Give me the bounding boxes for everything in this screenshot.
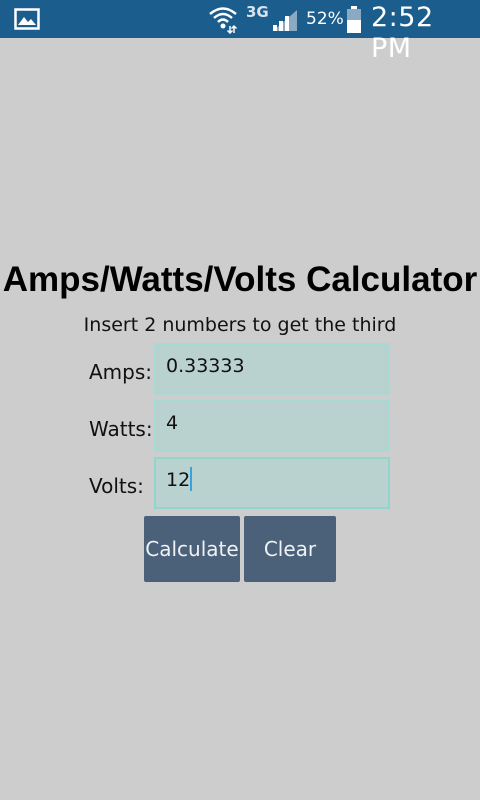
photo-icon <box>14 8 40 34</box>
page-title: Amps/Watts/Volts Calculator <box>2 260 478 299</box>
volts-field[interactable] <box>154 457 390 509</box>
calculate-button[interactable]: Calculate <box>144 516 240 582</box>
watts-field[interactable] <box>154 400 390 452</box>
status-bar: 3G 52% 2:52 PM <box>0 0 480 64</box>
amps-label: Amps: <box>89 360 153 384</box>
volts-input[interactable] <box>166 466 376 494</box>
wifi-icon <box>208 4 238 38</box>
instructions-text: Insert 2 numbers to get the third <box>83 314 397 336</box>
amps-field[interactable] <box>154 343 390 395</box>
battery-icon <box>346 6 362 38</box>
watts-label: Watts: <box>89 417 153 441</box>
volts-label: Volts: <box>89 474 144 498</box>
watts-input[interactable] <box>166 409 376 437</box>
text-cursor <box>190 467 192 491</box>
clock-time: 2:52 PM <box>371 2 434 64</box>
network-type-label: 3G <box>246 3 269 21</box>
signal-icon <box>271 8 299 36</box>
clear-button[interactable]: Clear <box>244 516 336 582</box>
battery-percent: 52% <box>306 9 344 29</box>
amps-input[interactable] <box>166 352 376 380</box>
